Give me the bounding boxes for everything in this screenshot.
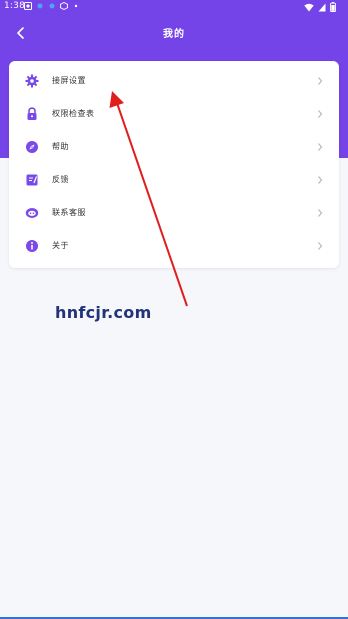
menu-item-screen-settings[interactable]: 接屏设置 <box>9 65 339 98</box>
notification-icon <box>24 2 32 10</box>
chevron-right-icon <box>318 77 323 85</box>
dot-icon <box>74 4 78 8</box>
menu-item-label: 权限检查表 <box>52 109 95 118</box>
menu-item-permission-checklist[interactable]: 权限检查表 <box>9 98 339 131</box>
chevron-right-icon <box>318 209 323 217</box>
chevron-right-icon <box>318 176 323 184</box>
chevron-right-icon <box>318 110 323 118</box>
menu-item-label: 关于 <box>52 241 69 250</box>
status-notification-icons <box>24 2 80 10</box>
lock-icon <box>27 107 37 120</box>
help-icon <box>26 141 38 153</box>
menu-card: 接屏设置 权限检查表 帮助 反馈 联系客服 关于 <box>9 61 339 268</box>
gear-icon <box>25 74 39 88</box>
menu-item-label: 反馈 <box>52 175 69 184</box>
menu-item-customer-service[interactable]: 联系客服 <box>9 197 339 230</box>
customer-service-icon <box>25 208 39 218</box>
chevron-right-icon <box>318 242 323 250</box>
menu-item-label: 帮助 <box>52 142 69 151</box>
menu-item-help[interactable]: 帮助 <box>9 131 339 164</box>
status-system-icons <box>304 2 336 12</box>
title-bar: 我的 <box>0 20 348 46</box>
page-title: 我的 <box>163 29 185 40</box>
info-icon <box>26 240 38 252</box>
battery-icon <box>330 2 336 12</box>
signal-icon <box>318 3 326 11</box>
status-bar: 1:38 <box>0 0 348 14</box>
menu-item-label: 接屏设置 <box>52 76 86 85</box>
menu-item-label: 联系客服 <box>52 208 86 217</box>
cube-icon <box>60 2 68 10</box>
status-time: 1:38 <box>4 1 26 11</box>
menu-item-feedback[interactable]: 反馈 <box>9 164 339 197</box>
menu-item-about[interactable]: 关于 <box>9 230 339 263</box>
notification-dot-icon <box>37 3 43 9</box>
wifi-icon <box>304 3 314 11</box>
feedback-icon <box>26 174 38 186</box>
notification-dot-icon <box>49 3 55 9</box>
chevron-right-icon <box>318 143 323 151</box>
watermark-text: hnfcjr.com <box>55 303 152 322</box>
